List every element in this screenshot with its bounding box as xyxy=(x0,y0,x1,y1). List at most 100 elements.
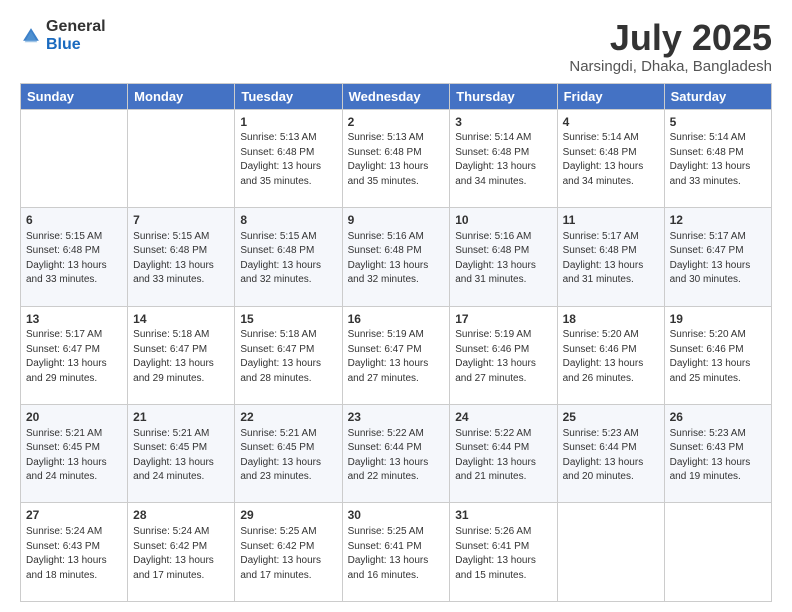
day-info: Sunrise: 5:17 AM Sunset: 6:47 PM Dayligh… xyxy=(26,328,122,386)
day-number: 10 xyxy=(455,212,551,229)
day-number: 4 xyxy=(563,114,659,131)
day-number: 27 xyxy=(26,507,122,524)
day-info: Sunrise: 5:18 AM Sunset: 6:47 PM Dayligh… xyxy=(240,328,336,386)
week-row-2: 6Sunrise: 5:15 AM Sunset: 6:48 PM Daylig… xyxy=(21,208,772,306)
day-info: Sunrise: 5:20 AM Sunset: 6:46 PM Dayligh… xyxy=(563,328,659,386)
logo-blue: Blue xyxy=(46,36,81,53)
col-header-wednesday: Wednesday xyxy=(342,83,450,109)
day-cell: 3Sunrise: 5:14 AM Sunset: 6:48 PM Daylig… xyxy=(450,109,557,207)
day-cell: 25Sunrise: 5:23 AM Sunset: 6:44 PM Dayli… xyxy=(557,405,664,503)
day-cell: 5Sunrise: 5:14 AM Sunset: 6:48 PM Daylig… xyxy=(664,109,771,207)
day-cell: 26Sunrise: 5:23 AM Sunset: 6:43 PM Dayli… xyxy=(664,405,771,503)
col-header-thursday: Thursday xyxy=(450,83,557,109)
day-info: Sunrise: 5:24 AM Sunset: 6:42 PM Dayligh… xyxy=(133,525,229,583)
day-info: Sunrise: 5:17 AM Sunset: 6:47 PM Dayligh… xyxy=(670,230,766,288)
day-info: Sunrise: 5:14 AM Sunset: 6:48 PM Dayligh… xyxy=(455,131,551,189)
col-header-sunday: Sunday xyxy=(21,83,128,109)
day-cell: 6Sunrise: 5:15 AM Sunset: 6:48 PM Daylig… xyxy=(21,208,128,306)
day-number: 16 xyxy=(348,311,445,328)
day-cell xyxy=(557,503,664,602)
day-info: Sunrise: 5:23 AM Sunset: 6:43 PM Dayligh… xyxy=(670,427,766,485)
day-info: Sunrise: 5:14 AM Sunset: 6:48 PM Dayligh… xyxy=(563,131,659,189)
day-info: Sunrise: 5:15 AM Sunset: 6:48 PM Dayligh… xyxy=(133,230,229,288)
day-info: Sunrise: 5:18 AM Sunset: 6:47 PM Dayligh… xyxy=(133,328,229,386)
day-number: 5 xyxy=(670,114,766,131)
week-row-4: 20Sunrise: 5:21 AM Sunset: 6:45 PM Dayli… xyxy=(21,405,772,503)
day-info: Sunrise: 5:21 AM Sunset: 6:45 PM Dayligh… xyxy=(133,427,229,485)
day-info: Sunrise: 5:22 AM Sunset: 6:44 PM Dayligh… xyxy=(455,427,551,485)
day-number: 14 xyxy=(133,311,229,328)
logo-icon xyxy=(20,25,42,47)
day-info: Sunrise: 5:13 AM Sunset: 6:48 PM Dayligh… xyxy=(348,131,445,189)
day-info: Sunrise: 5:16 AM Sunset: 6:48 PM Dayligh… xyxy=(348,230,445,288)
day-cell: 16Sunrise: 5:19 AM Sunset: 6:47 PM Dayli… xyxy=(342,306,450,404)
day-number: 31 xyxy=(455,507,551,524)
day-cell: 24Sunrise: 5:22 AM Sunset: 6:44 PM Dayli… xyxy=(450,405,557,503)
subtitle: Narsingdi, Dhaka, Bangladesh xyxy=(569,58,772,75)
day-info: Sunrise: 5:21 AM Sunset: 6:45 PM Dayligh… xyxy=(26,427,122,485)
col-header-saturday: Saturday xyxy=(664,83,771,109)
day-number: 24 xyxy=(455,409,551,426)
day-number: 7 xyxy=(133,212,229,229)
day-info: Sunrise: 5:25 AM Sunset: 6:41 PM Dayligh… xyxy=(348,525,445,583)
day-info: Sunrise: 5:17 AM Sunset: 6:48 PM Dayligh… xyxy=(563,230,659,288)
day-info: Sunrise: 5:26 AM Sunset: 6:41 PM Dayligh… xyxy=(455,525,551,583)
title-block: July 2025 Narsingdi, Dhaka, Bangladesh xyxy=(569,18,772,75)
day-info: Sunrise: 5:14 AM Sunset: 6:48 PM Dayligh… xyxy=(670,131,766,189)
day-info: Sunrise: 5:19 AM Sunset: 6:46 PM Dayligh… xyxy=(455,328,551,386)
day-number: 13 xyxy=(26,311,122,328)
col-header-monday: Monday xyxy=(128,83,235,109)
day-number: 23 xyxy=(348,409,445,426)
day-number: 30 xyxy=(348,507,445,524)
day-number: 22 xyxy=(240,409,336,426)
header: General Blue July 2025 Narsingdi, Dhaka,… xyxy=(20,18,772,75)
day-cell: 12Sunrise: 5:17 AM Sunset: 6:47 PM Dayli… xyxy=(664,208,771,306)
day-number: 8 xyxy=(240,212,336,229)
day-info: Sunrise: 5:19 AM Sunset: 6:47 PM Dayligh… xyxy=(348,328,445,386)
day-cell: 23Sunrise: 5:22 AM Sunset: 6:44 PM Dayli… xyxy=(342,405,450,503)
day-info: Sunrise: 5:24 AM Sunset: 6:43 PM Dayligh… xyxy=(26,525,122,583)
day-info: Sunrise: 5:22 AM Sunset: 6:44 PM Dayligh… xyxy=(348,427,445,485)
day-number: 25 xyxy=(563,409,659,426)
day-number: 6 xyxy=(26,212,122,229)
day-cell: 27Sunrise: 5:24 AM Sunset: 6:43 PM Dayli… xyxy=(21,503,128,602)
day-info: Sunrise: 5:21 AM Sunset: 6:45 PM Dayligh… xyxy=(240,427,336,485)
logo-text: General Blue xyxy=(46,18,106,53)
day-cell: 28Sunrise: 5:24 AM Sunset: 6:42 PM Dayli… xyxy=(128,503,235,602)
day-cell: 17Sunrise: 5:19 AM Sunset: 6:46 PM Dayli… xyxy=(450,306,557,404)
day-cell: 8Sunrise: 5:15 AM Sunset: 6:48 PM Daylig… xyxy=(235,208,342,306)
day-cell: 22Sunrise: 5:21 AM Sunset: 6:45 PM Dayli… xyxy=(235,405,342,503)
day-cell: 29Sunrise: 5:25 AM Sunset: 6:42 PM Dayli… xyxy=(235,503,342,602)
day-info: Sunrise: 5:15 AM Sunset: 6:48 PM Dayligh… xyxy=(240,230,336,288)
day-cell: 31Sunrise: 5:26 AM Sunset: 6:41 PM Dayli… xyxy=(450,503,557,602)
day-info: Sunrise: 5:20 AM Sunset: 6:46 PM Dayligh… xyxy=(670,328,766,386)
col-header-friday: Friday xyxy=(557,83,664,109)
main-title: July 2025 xyxy=(569,18,772,58)
day-cell: 7Sunrise: 5:15 AM Sunset: 6:48 PM Daylig… xyxy=(128,208,235,306)
day-info: Sunrise: 5:15 AM Sunset: 6:48 PM Dayligh… xyxy=(26,230,122,288)
day-cell: 21Sunrise: 5:21 AM Sunset: 6:45 PM Dayli… xyxy=(128,405,235,503)
week-row-3: 13Sunrise: 5:17 AM Sunset: 6:47 PM Dayli… xyxy=(21,306,772,404)
day-cell: 15Sunrise: 5:18 AM Sunset: 6:47 PM Dayli… xyxy=(235,306,342,404)
day-cell: 30Sunrise: 5:25 AM Sunset: 6:41 PM Dayli… xyxy=(342,503,450,602)
page: General Blue July 2025 Narsingdi, Dhaka,… xyxy=(0,0,792,612)
day-number: 18 xyxy=(563,311,659,328)
day-cell: 2Sunrise: 5:13 AM Sunset: 6:48 PM Daylig… xyxy=(342,109,450,207)
header-row: SundayMondayTuesdayWednesdayThursdayFrid… xyxy=(21,83,772,109)
logo-general: General xyxy=(46,18,106,35)
week-row-1: 1Sunrise: 5:13 AM Sunset: 6:48 PM Daylig… xyxy=(21,109,772,207)
day-cell: 19Sunrise: 5:20 AM Sunset: 6:46 PM Dayli… xyxy=(664,306,771,404)
day-info: Sunrise: 5:13 AM Sunset: 6:48 PM Dayligh… xyxy=(240,131,336,189)
day-number: 12 xyxy=(670,212,766,229)
day-number: 11 xyxy=(563,212,659,229)
day-cell xyxy=(21,109,128,207)
day-number: 28 xyxy=(133,507,229,524)
day-number: 21 xyxy=(133,409,229,426)
day-cell: 14Sunrise: 5:18 AM Sunset: 6:47 PM Dayli… xyxy=(128,306,235,404)
col-header-tuesday: Tuesday xyxy=(235,83,342,109)
day-number: 1 xyxy=(240,114,336,131)
day-number: 26 xyxy=(670,409,766,426)
day-number: 3 xyxy=(455,114,551,131)
day-cell xyxy=(664,503,771,602)
day-number: 15 xyxy=(240,311,336,328)
